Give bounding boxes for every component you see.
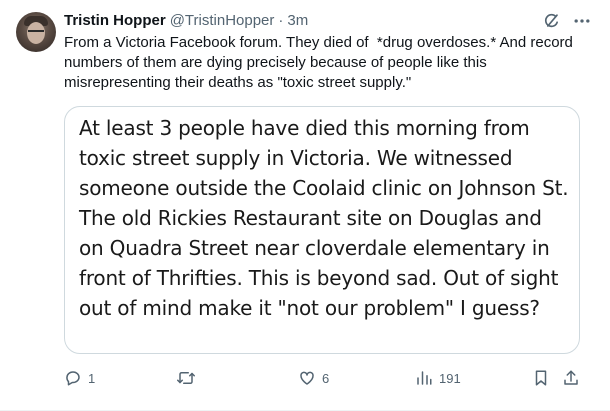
grok-icon[interactable]	[542, 11, 562, 31]
more-icon[interactable]	[572, 11, 592, 31]
bookmark-icon	[532, 369, 550, 387]
tweet-top-actions	[542, 11, 592, 31]
reply-count: 1	[88, 370, 96, 386]
like-icon	[298, 369, 316, 387]
tweet-media-image[interactable]: At least 3 people have died this morning…	[64, 106, 580, 354]
tweet-header: Tristin Hopper @TristinHopper · 3m	[64, 11, 308, 31]
like-button[interactable]: 6	[298, 366, 329, 390]
share-button[interactable]	[562, 366, 580, 390]
bookmark-button[interactable]	[532, 366, 550, 390]
media-quoted-text: At least 3 people have died this morning…	[79, 116, 575, 320]
author-handle[interactable]: @TristinHopper	[170, 11, 275, 31]
reply-button[interactable]: 1	[64, 366, 95, 390]
views-count: 191	[439, 370, 461, 386]
avatar-glasses	[28, 30, 44, 36]
tweet-action-bar: 1 6 191	[64, 366, 594, 390]
share-icon	[562, 369, 580, 387]
tweet-text: From a Victoria Facebook forum. They die…	[64, 34, 578, 91]
views-icon	[415, 369, 433, 387]
retweet-button[interactable]	[176, 366, 202, 390]
header-separator: ·	[278, 12, 284, 29]
tweet-card: Tristin Hopper @TristinHopper · 3m From …	[0, 0, 610, 411]
retweet-icon	[176, 369, 196, 387]
like-count: 6	[322, 370, 330, 386]
avatar[interactable]	[16, 12, 56, 52]
tweet-timestamp[interactable]: 3m	[287, 11, 308, 31]
views-button[interactable]: 191	[415, 366, 461, 390]
reply-icon	[64, 369, 82, 387]
author-name[interactable]: Tristin Hopper	[64, 11, 166, 31]
